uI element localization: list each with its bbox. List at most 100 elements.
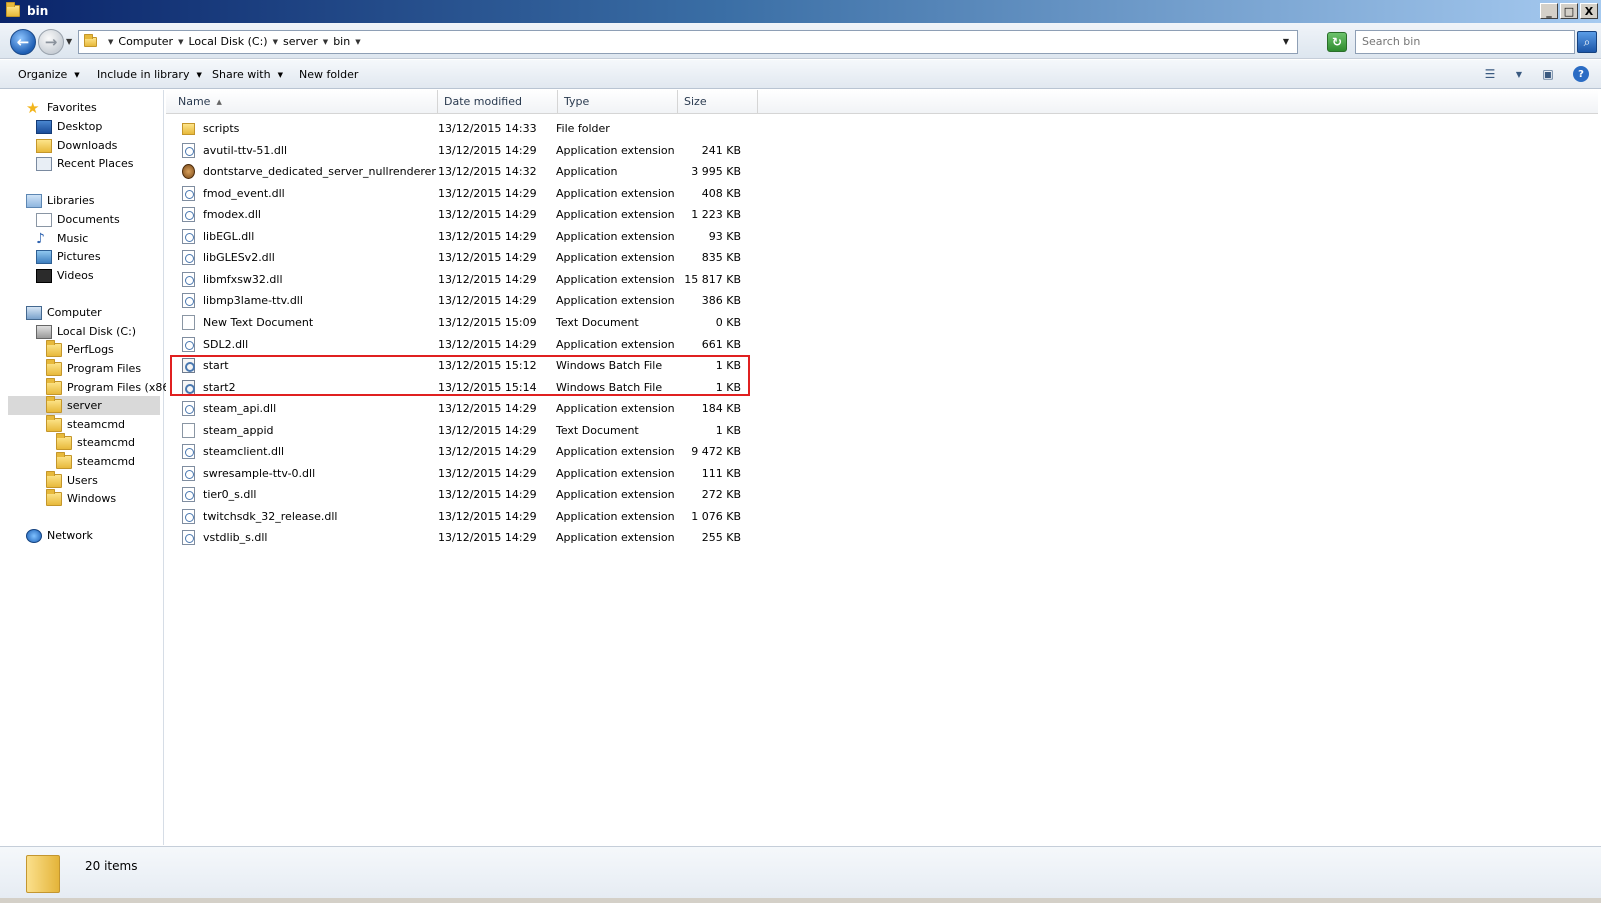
- table-row[interactable]: steam_api.dll 13/12/2015 14:29 Application…: [166, 398, 766, 420]
- preview-pane-icon[interactable]: ▣: [1539, 66, 1557, 82]
- nav-libraries[interactable]: Libraries: [26, 191, 95, 210]
- search-button[interactable]: ⌕: [1577, 31, 1597, 53]
- chevron-down-icon[interactable]: ▼: [323, 38, 328, 46]
- file-list[interactable]: Name ▲ Date modified Type Size scripts 13/…: [166, 90, 1601, 845]
- organize-button[interactable]: Organize ▼: [18, 68, 80, 81]
- nav-computer[interactable]: Computer: [26, 303, 102, 322]
- table-row[interactable]: tier0_s.dll 13/12/2015 14:29 Application e…: [166, 484, 766, 506]
- include-in-library-button[interactable]: Include in library ▼: [97, 68, 202, 81]
- search-input[interactable]: [1362, 35, 1562, 48]
- file-type: Windows Batch File: [556, 359, 663, 373]
- nav-downloads[interactable]: Downloads: [36, 136, 117, 155]
- dll-file-icon: [182, 487, 195, 503]
- file-name: steamclient.dll: [203, 445, 285, 459]
- music-icon: ♪: [36, 230, 45, 247]
- table-row[interactable]: scripts 13/12/2015 14:33 File folder: [166, 118, 766, 140]
- breadcrumb-local-disk[interactable]: Local Disk (C:): [188, 35, 267, 48]
- title-bar[interactable]: bin _ □ X: [0, 0, 1601, 23]
- folder-icon: [46, 339, 62, 357]
- nav-steamcmd-sub1[interactable]: steamcmd: [56, 432, 135, 452]
- address-history-dropdown-icon[interactable]: ▼: [1283, 37, 1289, 46]
- file-date: 13/12/2015 15:12: [438, 359, 537, 373]
- column-header-date[interactable]: Date modified: [438, 90, 558, 114]
- navigation-pane[interactable]: ★ Favorites Desktop Downloads Recent Plac…: [6, 90, 174, 845]
- bat-file-icon: [182, 358, 195, 374]
- desktop-icon: [36, 119, 52, 134]
- file-date: 13/12/2015 14:29: [438, 466, 537, 480]
- table-row[interactable]: libGLESv2.dll 13/12/2015 14:29 Application…: [166, 247, 766, 269]
- chevron-down-icon[interactable]: ▼: [178, 38, 183, 46]
- nav-pictures[interactable]: Pictures: [36, 247, 101, 266]
- column-header-size[interactable]: Size: [678, 90, 758, 114]
- table-row[interactable]: steamclient.dll 13/12/2015 14:29 Applicati…: [166, 441, 766, 463]
- table-row[interactable]: fmodex.dll 13/12/2015 14:29 Application ex…: [166, 204, 766, 226]
- nav-label: Videos: [57, 269, 94, 282]
- window-controls: _ □ X: [1540, 3, 1598, 19]
- nav-videos[interactable]: Videos: [36, 266, 94, 285]
- table-row[interactable]: steam_appid 13/12/2015 14:29 Text Document…: [166, 420, 766, 442]
- table-row[interactable]: libmfxsw32.dll 13/12/2015 14:29 Applicatio…: [166, 269, 766, 291]
- nav-desktop[interactable]: Desktop: [36, 117, 102, 136]
- new-folder-label: New folder: [299, 68, 359, 81]
- column-header-name[interactable]: Name ▲: [166, 90, 438, 114]
- table-row[interactable]: fmod_event.dll 13/12/2015 14:29 Applicatio…: [166, 183, 766, 205]
- nav-recent-places[interactable]: Recent Places: [36, 154, 134, 173]
- dll-file-icon: [182, 530, 195, 546]
- nav-documents[interactable]: Documents: [36, 210, 120, 229]
- maximize-button[interactable]: □: [1560, 3, 1578, 19]
- nav-server[interactable]: server: [8, 395, 160, 415]
- minimize-button[interactable]: _: [1540, 3, 1558, 19]
- dll-file-icon: [182, 336, 195, 352]
- window-title: bin: [27, 4, 49, 18]
- breadcrumb-computer[interactable]: Computer: [118, 35, 173, 48]
- forward-button[interactable]: →: [38, 29, 64, 55]
- table-row[interactable]: start2 13/12/2015 15:14 Windows Batch File…: [166, 377, 766, 399]
- nav-program-files-x86[interactable]: Program Files (x86): [46, 377, 174, 397]
- file-size: 15 817 KB: [684, 272, 741, 286]
- close-button[interactable]: X: [1580, 3, 1598, 19]
- nav-network[interactable]: Network: [26, 526, 93, 545]
- share-with-button[interactable]: Share with ▼: [212, 68, 283, 81]
- file-size: 1 KB: [715, 423, 741, 437]
- table-row[interactable]: vstdlib_s.dll 13/12/2015 14:29 Application…: [166, 527, 766, 549]
- table-row[interactable]: avutil-ttv-51.dll 13/12/2015 14:29 Applica…: [166, 140, 766, 162]
- nav-perflogs[interactable]: PerfLogs: [46, 339, 114, 359]
- table-row[interactable]: New Text Document 13/12/2015 15:09 Text Do…: [166, 312, 766, 334]
- chevron-down-icon[interactable]: ▼: [1515, 66, 1523, 82]
- dll-file-icon: [182, 293, 195, 309]
- new-folder-button[interactable]: New folder: [299, 68, 358, 81]
- column-header-type[interactable]: Type: [558, 90, 678, 114]
- table-row[interactable]: SDL2.dll 13/12/2015 14:29 Application exte…: [166, 334, 766, 356]
- table-row[interactable]: twitchsdk_32_release.dll 13/12/2015 14:29…: [166, 506, 766, 528]
- help-icon[interactable]: ?: [1573, 66, 1589, 82]
- table-row[interactable]: start 13/12/2015 15:12 Windows Batch File 1…: [166, 355, 766, 377]
- nav-windows[interactable]: Windows: [46, 488, 116, 508]
- nav-music[interactable]: ♪ Music: [36, 229, 88, 248]
- file-type: Application extension: [556, 143, 675, 157]
- nav-program-files[interactable]: Program Files: [46, 358, 141, 378]
- address-input[interactable]: ▼ Computer ▼ Local Disk (C:) ▼ server ▼ …: [78, 30, 1298, 54]
- file-size: 3 995 KB: [691, 165, 741, 179]
- breadcrumb-bin[interactable]: bin: [333, 35, 350, 48]
- breadcrumb-server[interactable]: server: [283, 35, 318, 48]
- refresh-button[interactable]: ↻: [1327, 32, 1347, 52]
- nav-local-disk[interactable]: Local Disk (C:): [36, 322, 136, 341]
- chevron-down-icon[interactable]: ▼: [355, 38, 360, 46]
- table-row[interactable]: swresample-ttv-0.dll 13/12/2015 14:29 Appl…: [166, 463, 766, 485]
- table-row[interactable]: libmp3lame-ttv.dll 13/12/2015 14:29 Applic…: [166, 290, 766, 312]
- table-row[interactable]: libEGL.dll 13/12/2015 14:29 Application ex…: [166, 226, 766, 248]
- change-view-icon[interactable]: ☰: [1481, 66, 1499, 82]
- nav-steamcmd-sub2[interactable]: steamcmd: [56, 451, 135, 471]
- search-box[interactable]: [1355, 30, 1575, 54]
- nav-steamcmd[interactable]: steamcmd: [46, 414, 125, 434]
- file-size: 0 KB: [715, 315, 741, 329]
- recent-pages-dropdown-icon[interactable]: ▼: [66, 37, 72, 46]
- view-controls: ☰ ▼ ▣ ?: [1481, 66, 1589, 82]
- nav-favorites[interactable]: ★ Favorites: [26, 98, 97, 117]
- column-header-empty: [758, 90, 1598, 114]
- chevron-down-icon[interactable]: ▼: [108, 38, 113, 46]
- back-button[interactable]: ←: [10, 29, 36, 55]
- nav-users[interactable]: Users: [46, 470, 98, 490]
- table-row[interactable]: dontstarve_dedicated_server_nullrenderer…: [166, 161, 766, 183]
- chevron-down-icon[interactable]: ▼: [273, 38, 278, 46]
